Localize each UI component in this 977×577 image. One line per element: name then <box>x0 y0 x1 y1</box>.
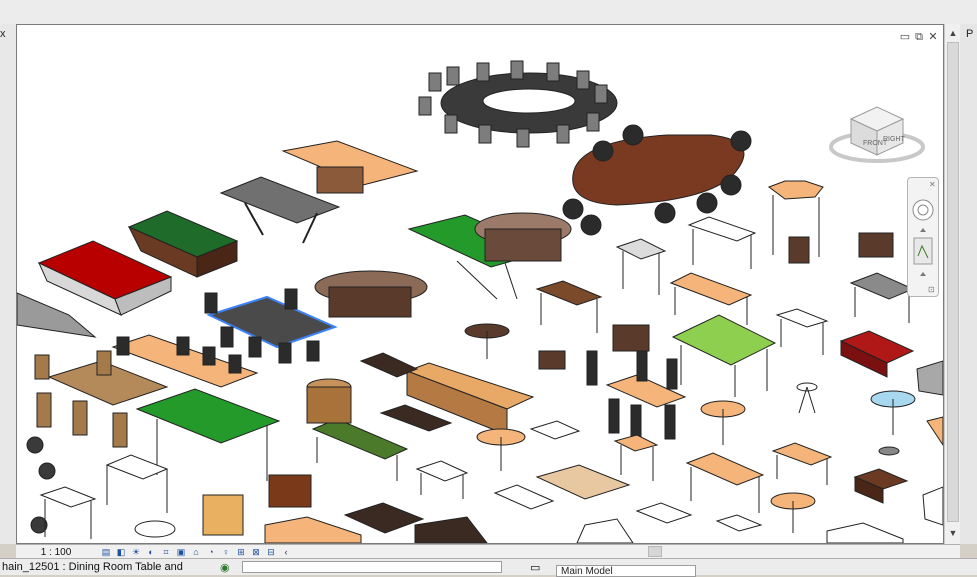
horizontal-scroll-thumb[interactable] <box>648 546 662 557</box>
3d-viewport[interactable]: ▭ ⧉ ✕ FRONT RIGHT ✕ ⊡ <box>16 24 944 544</box>
wooden-dining-set <box>34 350 169 448</box>
status-bar: hain_12501 : Dining Room Table and ◉ ▭ <box>0 558 977 575</box>
shadows-icon[interactable]: ◐ <box>145 547 157 558</box>
navigation-bar[interactable]: ✕ ⊡ <box>907 177 939 297</box>
top-strip <box>0 0 977 24</box>
viewcube-icon[interactable]: FRONT RIGHT <box>829 89 925 169</box>
vertical-scrollbar[interactable]: ▲ ▼ <box>944 24 961 544</box>
temporary-view-icon[interactable]: ⊞ <box>235 547 247 558</box>
brown-oval-table-1 <box>314 270 428 318</box>
light-green-table <box>671 314 777 397</box>
collapse-icon[interactable]: ‹ <box>280 547 292 558</box>
barrel-table <box>306 378 352 424</box>
right-edge-tables <box>916 360 943 526</box>
unlock-3d-icon[interactable]: ⌂ <box>190 547 202 558</box>
steering-wheel-icon[interactable] <box>912 199 934 221</box>
green-bench <box>311 418 409 481</box>
view-scale[interactable]: 1 : 100 <box>16 547 96 558</box>
panel-close-icon[interactable]: x <box>0 28 6 40</box>
worksets-icon[interactable]: ◉ <box>220 561 234 574</box>
highlight-icon[interactable]: ⊟ <box>265 547 277 558</box>
octagon-table <box>767 180 824 264</box>
peach-desk <box>281 140 419 194</box>
brown-oval-table-2 <box>474 212 572 262</box>
workset-field[interactable] <box>242 561 502 573</box>
scroll-thumb[interactable] <box>947 42 959 522</box>
crop-view-icon[interactable]: ⌗ <box>160 547 172 558</box>
small-furniture-boxes <box>202 232 894 536</box>
ring-conference-table <box>418 60 618 148</box>
view-control-bar: 1 : 100 ▤ ◧ ☀ ◐ ⌗ ▣ ⌂ ◔ ♀ ⊞ ⊠ ⊟ ‹ <box>16 544 960 559</box>
detail-level-icon[interactable]: ▤ <box>100 547 112 558</box>
analysis-icon[interactable]: ⊠ <box>250 547 262 558</box>
properties-tab[interactable]: P <box>966 28 973 40</box>
office-chairs-left <box>26 436 56 534</box>
reveal-hidden-icon[interactable]: ♀ <box>220 547 232 558</box>
furniture-scene[interactable] <box>17 25 943 543</box>
scroll-down-icon[interactable]: ▼ <box>945 528 961 538</box>
viewport-window-controls: ▭ ⧉ ✕ <box>899 31 939 43</box>
sun-path-icon[interactable]: ☀ <box>130 547 142 558</box>
navbar-close-icon[interactable]: ✕ <box>929 180 936 189</box>
oval-conference-table <box>562 124 752 236</box>
dining-set-dark <box>586 350 687 440</box>
design-options-icon[interactable]: ▭ <box>530 561 544 574</box>
scroll-up-icon[interactable]: ▲ <box>945 28 961 38</box>
dropdown-arrow-icon <box>920 228 926 232</box>
foosball-table <box>839 330 915 378</box>
left-panel-edge: x <box>0 24 17 544</box>
svg-text:⊡: ⊡ <box>928 285 935 294</box>
grey-workstation <box>17 292 97 338</box>
minimize-icon[interactable]: ▭ <box>899 31 911 43</box>
temporary-hide-icon[interactable]: ◔ <box>205 547 217 558</box>
visual-style-icon[interactable]: ◧ <box>115 547 127 558</box>
selected-grey-table <box>204 288 338 364</box>
right-panel-edge: P <box>960 24 977 544</box>
close-icon[interactable]: ✕ <box>927 31 939 43</box>
viewcube-right-label[interactable]: RIGHT <box>883 136 906 143</box>
main-model-select[interactable]: Main Model <box>556 565 696 577</box>
restore-icon[interactable]: ⧉ <box>913 31 925 43</box>
status-selection-text: hain_12501 : Dining Room Table and <box>2 561 183 573</box>
zoom-region-icon[interactable] <box>913 237 933 265</box>
show-crop-icon[interactable]: ▣ <box>175 547 187 558</box>
